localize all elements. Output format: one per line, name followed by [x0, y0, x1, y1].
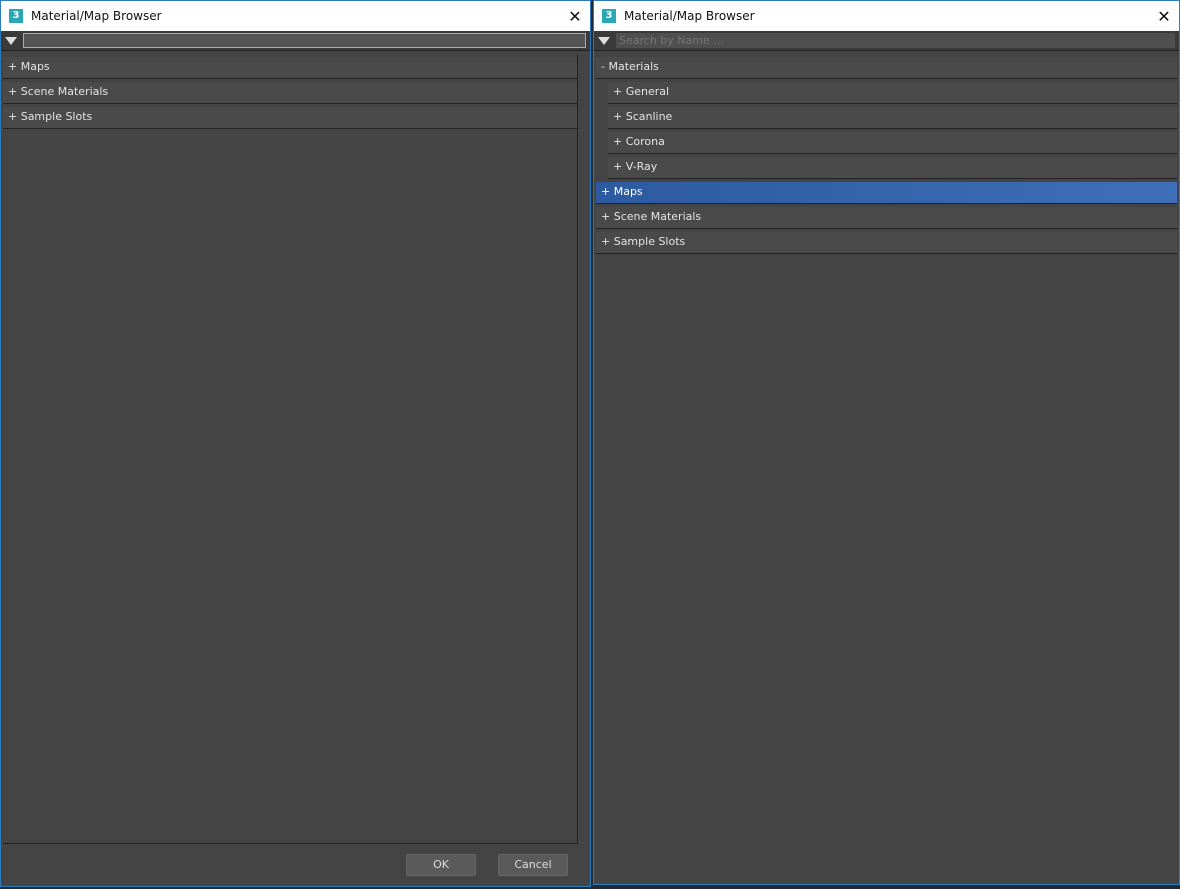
- material-map-browser-right: 3 Material/Map Browser ✕ - Materials + G…: [593, 0, 1180, 885]
- material-map-browser-left: 3 Material/Map Browser ✕ + Maps + Scene …: [0, 0, 591, 887]
- close-icon[interactable]: ✕: [560, 7, 590, 26]
- title-bar: 3 Material/Map Browser ✕: [594, 1, 1179, 31]
- group-maps[interactable]: + Maps: [596, 182, 1177, 204]
- close-icon[interactable]: ✕: [1149, 7, 1179, 26]
- window-title: Material/Map Browser: [624, 9, 755, 23]
- browser-list[interactable]: + Maps + Scene Materials + Sample Slots: [3, 55, 578, 844]
- ok-button[interactable]: OK: [406, 854, 476, 876]
- window-title: Material/Map Browser: [31, 9, 162, 23]
- group-scanline[interactable]: + Scanline: [608, 107, 1177, 129]
- group-materials[interactable]: - Materials: [596, 57, 1177, 79]
- filter-dropdown-icon[interactable]: [5, 36, 17, 45]
- browser-list[interactable]: - Materials + General + Scanline + Coron…: [596, 55, 1177, 884]
- group-general[interactable]: + General: [608, 82, 1177, 104]
- search-bar: [594, 31, 1179, 51]
- dialog-footer: OK Cancel: [1, 846, 590, 886]
- search-input[interactable]: [616, 33, 1175, 48]
- filter-dropdown-icon[interactable]: [598, 36, 610, 45]
- title-bar: 3 Material/Map Browser ✕: [1, 1, 590, 31]
- group-vray[interactable]: + V-Ray: [608, 157, 1177, 179]
- group-scene-materials[interactable]: + Scene Materials: [3, 82, 577, 104]
- group-scene-materials[interactable]: + Scene Materials: [596, 207, 1177, 229]
- group-maps[interactable]: + Maps: [3, 57, 577, 79]
- group-sample-slots[interactable]: + Sample Slots: [3, 107, 577, 129]
- group-corona[interactable]: + Corona: [608, 132, 1177, 154]
- search-bar: [1, 31, 590, 51]
- group-sample-slots[interactable]: + Sample Slots: [596, 232, 1177, 254]
- cancel-button[interactable]: Cancel: [498, 854, 568, 876]
- app-logo-icon: 3: [9, 9, 23, 23]
- search-input[interactable]: [23, 33, 586, 48]
- app-logo-icon: 3: [602, 9, 616, 23]
